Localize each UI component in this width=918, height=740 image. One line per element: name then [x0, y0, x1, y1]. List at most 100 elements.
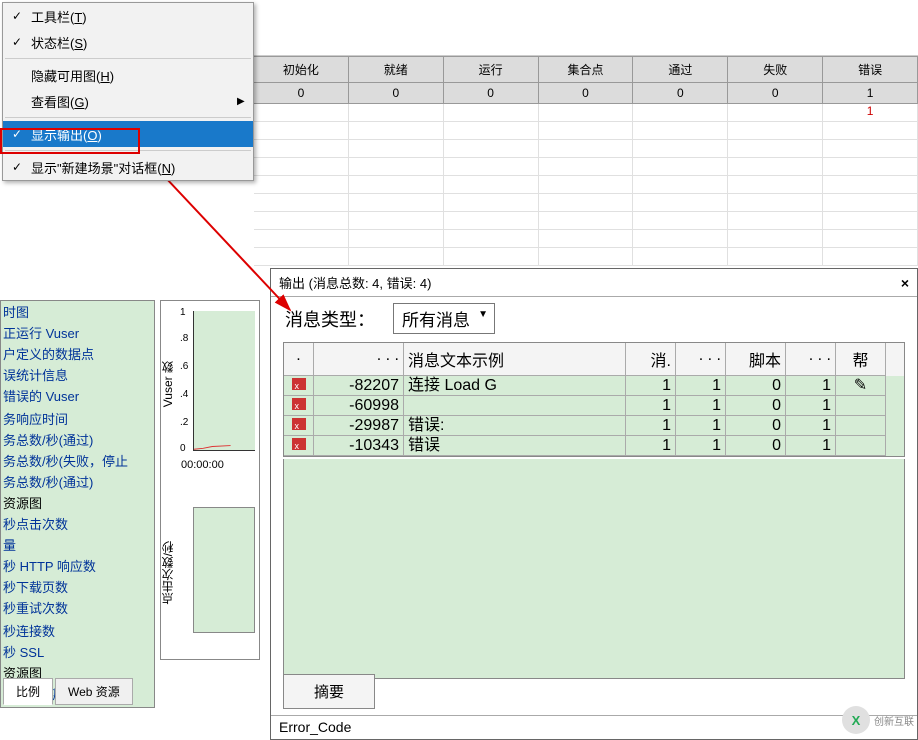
table-row[interactable]: -82207 连接 Load G 1 1 0 1 ✎: [284, 376, 904, 396]
tree-items: 时图 正运行 Vuser 户定义的数据点 误统计信息 错误的 Vuser 务响应…: [1, 301, 154, 704]
tree-item[interactable]: 资源图: [1, 492, 154, 513]
tree-item[interactable]: 错误的 Vuser: [1, 385, 154, 406]
error-icon: [292, 378, 306, 390]
logo-icon: X: [842, 706, 870, 734]
tab-web-resources[interactable]: Web 资源: [55, 678, 133, 705]
grid-header-row: 初始化 就绪 运行 集合点 通过 失败 错误: [254, 56, 918, 83]
tree-item[interactable]: 户定义的数据点: [1, 343, 154, 364]
error-icon: [292, 418, 306, 430]
col-rendezvous[interactable]: 集合点: [539, 57, 634, 83]
table-empty-area: [283, 459, 905, 679]
cell: 1: [823, 83, 918, 104]
tree-item[interactable]: 误统计信息: [1, 364, 154, 385]
check-icon: ✓: [7, 9, 27, 23]
tree-item[interactable]: 秒点击次数: [1, 513, 154, 534]
error-count-cell: 1: [823, 104, 918, 122]
menu-toolbar[interactable]: ✓ 工具栏(T): [3, 3, 253, 29]
col-fail[interactable]: 失败: [728, 57, 823, 83]
submenu-arrow-icon: ▶: [237, 96, 253, 107]
help-icon[interactable]: ✎: [836, 376, 886, 396]
tree-item[interactable]: 务总数/秒(通过): [1, 471, 154, 492]
message-type-label: 消息类型：: [285, 306, 375, 332]
table-header-row: . . . . 消息文本示例 消. . . . 脚本 . . . 帮: [284, 343, 904, 376]
tree-item[interactable]: 务总数/秒(通过): [1, 429, 154, 450]
hits-chart[interactable]: 点击次数/秒: [161, 501, 259, 641]
check-icon: ✓: [7, 35, 27, 49]
menu-show-output[interactable]: ✓ 显示输出(O): [3, 121, 253, 147]
table-row[interactable]: -10343 错误 1 1 0 1: [284, 436, 904, 456]
col-pass[interactable]: 通过: [633, 57, 728, 83]
check-icon: ✓: [7, 160, 27, 174]
menu-statusbar[interactable]: ✓ 状态栏(S): [3, 29, 253, 55]
cell: 0: [633, 83, 728, 104]
menu-view-graph[interactable]: 查看图(G) ▶: [3, 88, 253, 114]
output-titlebar: 输出 (消息总数: 4, 错误: 4) ×: [271, 269, 917, 297]
status-grid: 初始化 就绪 运行 集合点 通过 失败 错误 0 0 0 0 0 0 1 1: [254, 0, 918, 300]
error-icon: [292, 438, 306, 450]
menu-label: 查看图(G): [27, 92, 237, 111]
chart-series-line: [194, 432, 231, 450]
cell: 0: [254, 83, 349, 104]
tree-item[interactable]: 务响应时间: [1, 408, 154, 429]
col-script[interactable]: 脚本: [726, 343, 786, 376]
col-ready[interactable]: 就绪: [349, 57, 444, 83]
col-run[interactable]: 运行: [444, 57, 539, 83]
tree-item[interactable]: 秒 HTTP 响应数: [1, 555, 154, 576]
menu-hide-avail-graph[interactable]: 隐藏可用图(H): [3, 62, 253, 88]
check-icon: ✓: [7, 127, 27, 141]
col-init[interactable]: 初始化: [254, 57, 349, 83]
graph-tree-panel: 时图 正运行 Vuser 户定义的数据点 误统计信息 错误的 Vuser 务响应…: [0, 300, 155, 708]
tab-scale[interactable]: 比例: [3, 678, 53, 705]
tree-item[interactable]: 秒连接数: [1, 620, 154, 641]
tree-item[interactable]: 正运行 Vuser: [1, 322, 154, 343]
output-panel: 输出 (消息总数: 4, 错误: 4) × 消息类型： 所有消息 . . . .…: [270, 268, 918, 740]
col-msg[interactable]: 消.: [626, 343, 676, 376]
tree-item[interactable]: 量: [1, 534, 154, 555]
x-tick: 00:00:00: [181, 459, 224, 471]
col-n[interactable]: . . .: [676, 343, 726, 376]
menu-label: 隐藏可用图(H): [27, 66, 253, 85]
menu-label: 显示"新建场景"对话框(N): [27, 158, 253, 177]
error-icon: [292, 398, 306, 410]
tree-item[interactable]: 秒重试次数: [1, 597, 154, 618]
tree-item[interactable]: 秒 SSL: [1, 641, 154, 662]
menu-label: 显示输出(O): [27, 125, 253, 144]
menu-separator: [5, 117, 251, 118]
left-panel-tabs: 比例 Web 资源: [3, 678, 133, 705]
output-title-text: 输出 (消息总数: 4, 错误: 4): [279, 273, 431, 292]
col-n[interactable]: . . .: [786, 343, 836, 376]
grid-value-row: 0 0 0 0 0 0 1: [254, 83, 918, 104]
plot-area: [193, 507, 255, 633]
col-error[interactable]: 错误: [823, 57, 918, 83]
cell: 0: [728, 83, 823, 104]
tree-item[interactable]: 秒下载页数: [1, 576, 154, 597]
plot-area: 1 .8 .6 .4 .2 0: [193, 311, 255, 451]
messages-table: . . . . 消息文本示例 消. . . . 脚本 . . . 帮 -8220…: [283, 342, 905, 457]
tree-item[interactable]: 务总数/秒(失败，停止: [1, 450, 154, 471]
menu-label: 工具栏(T): [27, 7, 253, 26]
table-row[interactable]: -29987 错误: 1 1 0 1: [284, 416, 904, 436]
col-msg-text[interactable]: 消息文本示例: [404, 343, 626, 376]
cell: 0: [444, 83, 539, 104]
menu-label: 状态栏(S): [27, 33, 253, 52]
col-icon[interactable]: .: [284, 343, 314, 376]
menu-separator: [5, 150, 251, 151]
watermark: X 创新互联: [842, 706, 914, 734]
message-type-dropdown[interactable]: 所有消息: [393, 303, 495, 334]
menu-separator: [5, 58, 251, 59]
col-code[interactable]: . . .: [314, 343, 404, 376]
cell: 0: [349, 83, 444, 104]
vuser-chart[interactable]: Vuser 数 1 .8 .6 .4 .2 0 00:00:00: [161, 301, 259, 471]
grid-data-row: 1: [254, 104, 918, 122]
close-icon[interactable]: ×: [901, 275, 909, 291]
table-row[interactable]: -60998 1 1 0 1: [284, 396, 904, 416]
y-axis-label: 点击次数/秒: [159, 541, 176, 604]
status-bar: Error_Code: [271, 715, 917, 739]
summary-tab[interactable]: 摘要: [283, 674, 375, 709]
message-type-row: 消息类型： 所有消息: [271, 297, 917, 340]
tree-item[interactable]: 时图: [1, 301, 154, 322]
col-help[interactable]: 帮: [836, 343, 886, 376]
menu-show-new-scene-dialog[interactable]: ✓ 显示"新建场景"对话框(N): [3, 154, 253, 180]
chart-panel: Vuser 数 1 .8 .6 .4 .2 0 00:00:00 点击次数/秒: [160, 300, 260, 660]
y-axis-label: Vuser 数: [159, 361, 176, 407]
